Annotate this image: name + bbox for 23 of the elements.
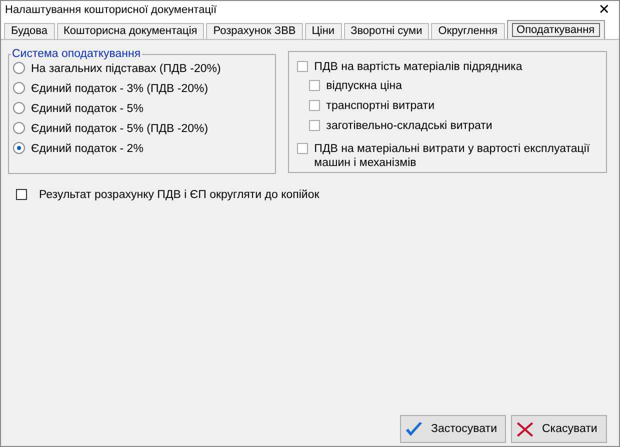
radio-label: Єдиний податок - 2% [31,142,144,156]
tab[interactable]: Будова [4,23,54,39]
checkbox-label: ПДВ на матеріальні витрати у вартості експлуатації машин і механізмів [314,142,591,170]
tab[interactable]: Кошторисна документація [56,23,204,39]
tab[interactable]: Округлення [431,23,505,39]
radio-label: Єдиний податок - 5% (ПДВ -20%) [31,122,208,136]
checkbox-label: Результат розрахунку ПДВ і ЄП округляти до копійок [39,188,320,202]
tab[interactable]: Зворотні суми [344,23,430,39]
checkbox-label: відпускна ціна [326,79,402,93]
group-title: Система оподаткування [11,48,142,60]
radio-label: Єдиний податок - 5% [31,102,144,116]
radio-label: На загальних підставах (ПДВ -20%) [31,62,221,76]
checkbox-label: транспортні витрати [326,99,434,113]
tab[interactable]: Розрахунок ЗВВ [206,23,303,39]
checkbox-label: заготівельно-складські витрати [326,119,492,133]
window-title: Налаштування кошторисної документації [5,4,216,16]
apply-button[interactable]: Застосувати [400,415,506,443]
tab[interactable]: Ціни [304,23,342,39]
tab[interactable]: Оподаткування [506,20,605,39]
close-button[interactable]: ✕ [595,2,613,18]
cancel-button[interactable]: Скасувати [511,415,607,443]
radio-label: Єдиний податок - 3% (ПДВ -20%) [31,82,208,96]
checkbox-label: ПДВ на вартість матеріалів підрядника [314,60,522,74]
